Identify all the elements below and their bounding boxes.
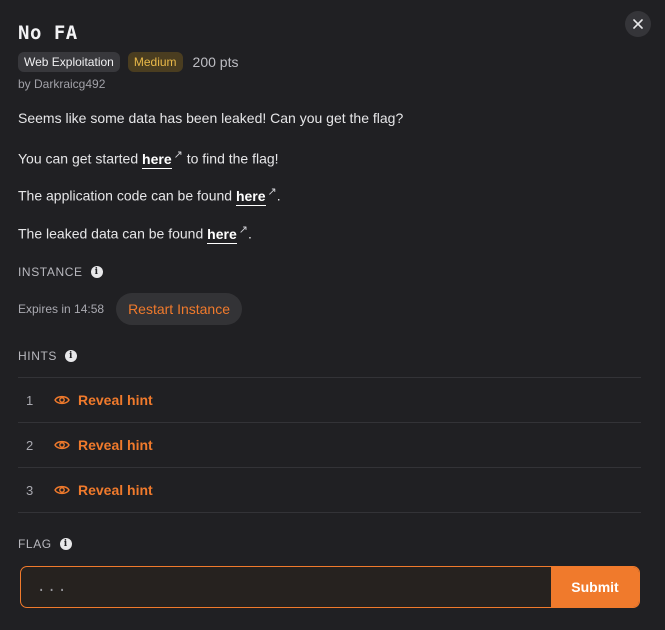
challenge-tags: Web Exploitation Medium 200 pts [18,52,238,72]
reveal-hint-button[interactable]: Reveal hint [54,392,153,408]
flag-label: FLAG [18,537,52,551]
description-text: The leaked data can be found [18,225,204,242]
hint-number: 2 [26,437,34,453]
description-text: to find the flag! [186,150,279,167]
external-link-icon: ↗ [238,224,248,236]
flag-section-label: FLAG i [18,537,72,551]
submit-button[interactable]: Submit [551,567,639,607]
description-text: . [276,187,281,204]
eye-icon [54,395,70,405]
description-paragraph-2: You can get started here ↗ to find the fl… [18,148,279,169]
description-text: The application code can be found [18,187,233,204]
eye-icon [54,440,70,450]
instance-label: INSTANCE [18,265,83,279]
hint-row: 2 Reveal hint [18,422,641,467]
external-link-icon: ↗ [173,149,183,161]
challenge-modal: No FA Web Exploitation Medium 200 pts by… [0,0,665,630]
hint-row: 3 Reveal hint [18,467,641,513]
description-paragraph-1: Seems like some data has been leaked! Ca… [18,110,403,126]
app-code-link[interactable]: here [235,187,266,206]
instance-row: Expires in 14:58 Restart Instance [18,293,242,325]
hints-label: HINTS [18,349,57,363]
category-badge: Web Exploitation [18,52,120,72]
author-label: by Darkraicg492 [18,77,106,91]
reveal-hint-label: Reveal hint [78,392,153,408]
info-icon[interactable]: i [59,538,72,550]
reveal-hint-label: Reveal hint [78,482,153,498]
description-text: Seems like some data has been leaked! Ca… [18,110,404,126]
reveal-hint-button[interactable]: Reveal hint [54,437,153,453]
close-button[interactable] [625,11,651,37]
hints-section-label: HINTS i [18,349,77,363]
eye-icon [54,485,70,495]
points-label: 200 pts [192,54,239,70]
restart-instance-button[interactable]: Restart Instance [116,293,242,325]
description-text: . [247,225,252,242]
hint-row: 1 Reveal hint [18,377,641,422]
flag-form: Submit [20,566,640,608]
expires-label: Expires in 14:58 [18,302,105,316]
reveal-hint-label: Reveal hint [78,437,153,453]
info-icon[interactable]: i [90,266,103,278]
challenge-title: No FA [18,22,78,44]
close-icon [633,19,643,29]
external-link-icon: ↗ [267,186,277,198]
description-paragraph-3: The application code can be found here ↗. [18,185,281,206]
description-paragraph-4: The leaked data can be found here ↗. [18,223,252,244]
hint-number: 3 [26,482,34,498]
description-text: You can get started [18,150,139,167]
instance-section-label: INSTANCE i [18,265,103,279]
instance-link[interactable]: here [142,150,172,169]
difficulty-badge: Medium [127,52,183,72]
flag-input[interactable] [21,567,551,607]
leaked-data-link[interactable]: here [207,225,237,244]
hint-number: 1 [26,392,34,408]
hints-list: 1 Reveal hint 2 Reveal hint 3 Reveal hin… [18,377,641,513]
reveal-hint-button[interactable]: Reveal hint [54,482,153,498]
info-icon[interactable]: i [65,350,77,362]
